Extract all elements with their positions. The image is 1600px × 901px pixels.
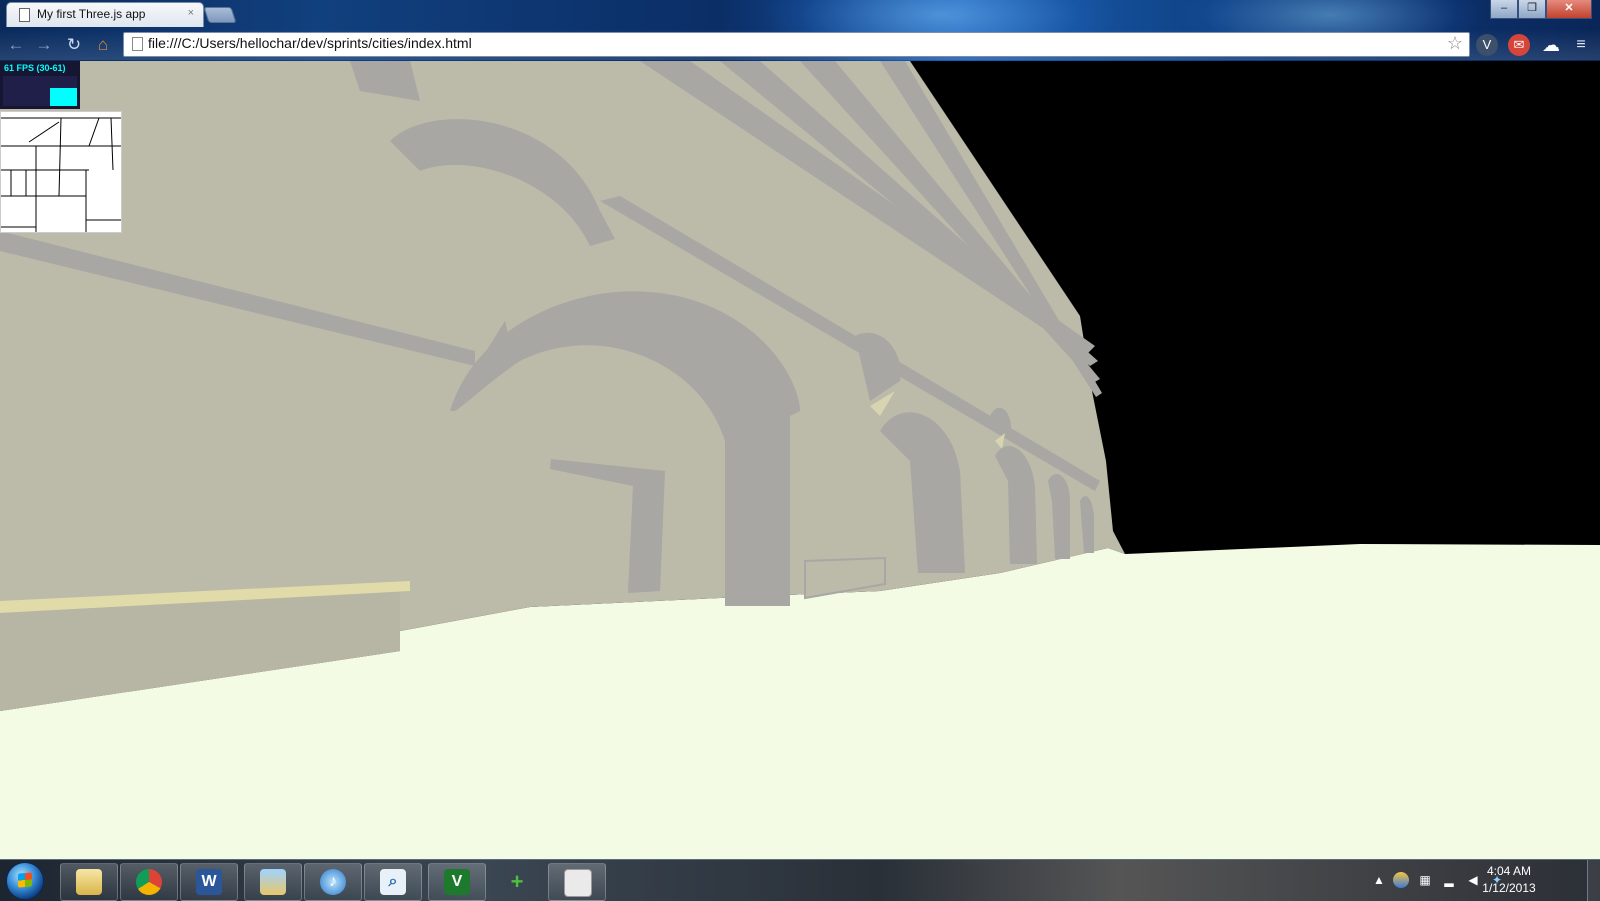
itunes-icon: ♪ <box>320 869 346 895</box>
fps-graph <box>3 76 77 106</box>
tray-clipboard-icon[interactable]: ▦ <box>1417 872 1433 888</box>
bookmark-star-icon[interactable]: ☆ <box>1447 33 1463 54</box>
address-url[interactable]: file:///C:/Users/hellochar/dev/sprints/c… <box>148 35 472 51</box>
restore-button[interactable]: ❐ <box>1518 0 1546 19</box>
taskbar-chrome[interactable] <box>120 863 178 901</box>
address-bar[interactable]: file:///C:/Users/hellochar/dev/sprints/c… <box>123 32 1470 57</box>
page-icon <box>19 8 30 22</box>
tab-active[interactable]: My first Three.js app × <box>6 2 204 27</box>
new-tab-button[interactable] <box>203 7 237 23</box>
search-icon: ⌕ <box>380 869 406 895</box>
taskbar-word[interactable]: W <box>180 863 238 901</box>
cloud-icon[interactable]: ☁ <box>1540 34 1562 56</box>
tab-title: My first Three.js app <box>37 7 146 21</box>
explorer-icon <box>76 869 102 895</box>
toolbar: ← → ↻ ⌂ file:///C:/Users/hellochar/dev/s… <box>0 29 1600 60</box>
vim-icon: V <box>444 869 470 895</box>
windows-explorer-icon <box>260 869 286 895</box>
fps-graph-bar <box>50 88 77 106</box>
git-icon: + <box>510 869 524 894</box>
reload-icon[interactable]: ↻ <box>64 35 84 55</box>
gmail-checker-icon[interactable]: ✉ <box>1508 34 1530 56</box>
clock-date[interactable]: 1/12/2013 <box>1474 881 1544 895</box>
menu-icon[interactable]: ≡ <box>1570 34 1592 56</box>
taskbar-app[interactable] <box>548 863 606 901</box>
webgl-canvas[interactable]: 61 FPS (30-61) <box>0 61 1600 859</box>
window-controls: – ❐ ✕ <box>1490 0 1592 19</box>
page-icon <box>132 37 143 51</box>
windows-logo-icon <box>18 872 32 888</box>
fps-stats-panel[interactable]: 61 FPS (30-61) <box>0 61 80 109</box>
taskbar-git[interactable]: + <box>488 863 546 901</box>
taskbar: W ♪ ⌕ V + ▲ ▦ ▂ ◀ ✦ 4:04 AM 1/12/2013 <box>0 859 1600 901</box>
taskbar-explorer[interactable] <box>60 863 118 901</box>
taskbar-search[interactable]: ⌕ <box>364 863 422 901</box>
app-icon <box>564 869 592 897</box>
forward-icon[interactable]: → <box>34 35 54 55</box>
clock-time[interactable]: 4:04 AM <box>1474 864 1544 878</box>
back-icon[interactable]: ← <box>6 35 26 55</box>
fps-readout: 61 FPS (30-61) <box>4 63 66 73</box>
show-hidden-icons-icon[interactable]: ▲ <box>1371 872 1387 888</box>
home-icon[interactable]: ⌂ <box>93 35 113 55</box>
taskbar-vim[interactable]: V <box>428 863 486 901</box>
word-icon: W <box>196 869 222 895</box>
tray-app-icon[interactable] <box>1393 872 1409 888</box>
chrome-icon <box>136 869 162 895</box>
browser-chrome: My first Three.js app × – ❐ ✕ ← → ↻ ⌂ fi… <box>0 0 1600 61</box>
close-window-button[interactable]: ✕ <box>1546 0 1592 19</box>
vimium-icon[interactable]: V <box>1476 34 1498 56</box>
start-button[interactable] <box>6 862 44 900</box>
scene-render <box>0 61 1600 859</box>
network-icon[interactable]: ▂ <box>1441 872 1457 888</box>
taskbar-windows-explorer[interactable] <box>244 863 302 901</box>
minimize-button[interactable]: – <box>1490 0 1518 19</box>
show-desktop-button[interactable] <box>1587 860 1600 901</box>
minimap[interactable] <box>0 111 122 233</box>
close-tab-icon[interactable]: × <box>188 7 194 19</box>
taskbar-itunes[interactable]: ♪ <box>304 863 362 901</box>
minimap-grid <box>1 117 121 232</box>
